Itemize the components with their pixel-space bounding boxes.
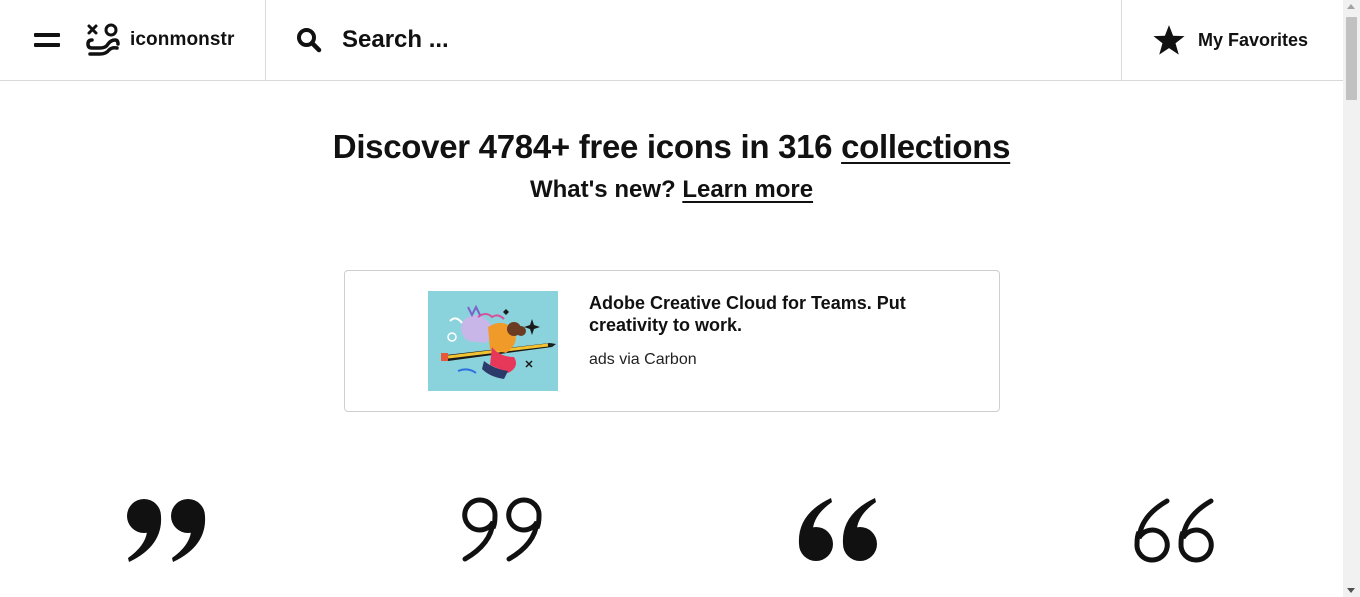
learn-more-link[interactable]: Learn more xyxy=(682,176,813,203)
hero-section: Discover 4784+ free icons in 316 collect… xyxy=(0,128,1343,204)
brand-name: iconmonstr xyxy=(130,29,235,50)
icon-grid xyxy=(0,490,1343,597)
scroll-thumb[interactable] xyxy=(1346,17,1357,100)
menu-icon[interactable] xyxy=(34,30,60,50)
site-header: iconmonstr My Favorites xyxy=(0,0,1343,81)
my-favorites-button[interactable]: My Favorites xyxy=(1122,0,1343,80)
star-icon xyxy=(1153,25,1185,55)
hero-headline: Discover 4784+ free icons in 316 collect… xyxy=(0,128,1343,166)
quote-close-filled-icon[interactable] xyxy=(125,496,211,564)
vertical-scrollbar[interactable] xyxy=(1343,0,1360,597)
hero-headline-text: Discover 4784+ free icons in 316 xyxy=(332,128,842,165)
ad-title-link[interactable]: Adobe Creative Cloud for Teams. Put crea… xyxy=(589,292,949,336)
quote-close-outline-icon[interactable] xyxy=(461,496,547,564)
brand-area: iconmonstr xyxy=(0,0,266,80)
scroll-up-arrow-icon[interactable] xyxy=(1347,4,1355,9)
search-bar xyxy=(266,0,1122,80)
iconmonstr-logo-icon xyxy=(86,23,120,56)
ad-illustration-image[interactable] xyxy=(428,291,558,391)
search-input[interactable] xyxy=(342,26,1042,54)
quote-open-filled-icon[interactable] xyxy=(797,496,883,564)
whats-new-text: What's new? xyxy=(529,176,683,203)
carbon-ad-card: Adobe Creative Cloud for Teams. Put crea… xyxy=(344,270,1000,412)
logo-link[interactable]: iconmonstr xyxy=(86,23,234,57)
quote-open-outline-icon[interactable] xyxy=(1133,496,1219,564)
ads-via-carbon-link[interactable]: ads via Carbon xyxy=(589,351,697,369)
my-favorites-label: My Favorites xyxy=(1198,29,1309,50)
scroll-down-arrow-icon[interactable] xyxy=(1347,588,1355,593)
whats-new-line: What's new? Learn more xyxy=(0,176,1343,204)
collections-link[interactable]: collections xyxy=(841,128,1010,165)
search-icon[interactable] xyxy=(296,27,322,53)
